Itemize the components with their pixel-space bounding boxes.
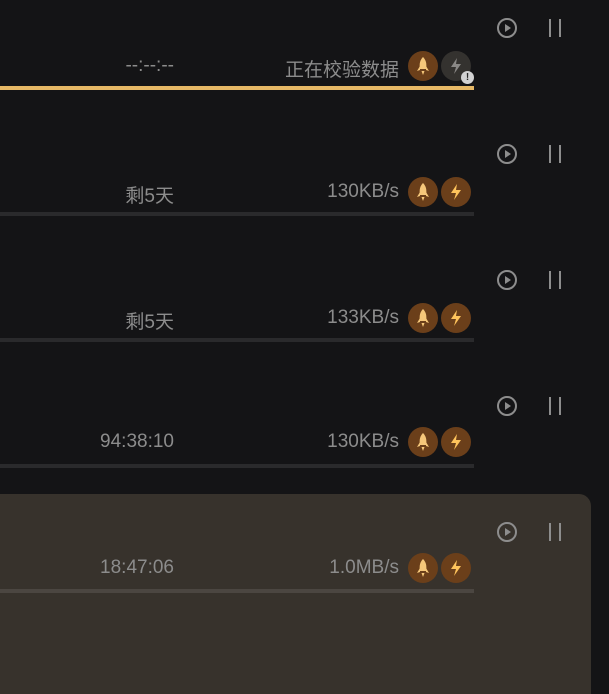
lightning-icon[interactable]: ! — [441, 51, 474, 84]
lightning-icon[interactable] — [441, 553, 471, 583]
progress-bar — [0, 212, 474, 216]
progress-bar — [0, 86, 474, 90]
lightning-icon[interactable] — [441, 427, 471, 457]
download-status: 133KB/s — [327, 307, 399, 328]
time-remaining: 剩5天 — [125, 186, 174, 207]
download-row[interactable]: 94:38:10 130KB/s — [0, 378, 609, 504]
play-circle-icon[interactable] — [497, 396, 517, 416]
exclamation-icon: ! — [461, 71, 474, 84]
download-row-selected[interactable]: 18:47:06 1.0MB/s — [0, 494, 609, 694]
progress-bar — [0, 464, 474, 468]
download-status: 130KB/s — [327, 431, 399, 452]
download-row[interactable]: 剩5天 133KB/s — [0, 252, 609, 378]
rocket-icon[interactable] — [408, 51, 438, 81]
rocket-icon[interactable] — [408, 177, 438, 207]
download-status: 130KB/s — [327, 181, 399, 202]
pause-icon[interactable] — [547, 271, 563, 289]
time-remaining: 18:47:06 — [100, 557, 174, 578]
pause-icon[interactable] — [547, 19, 563, 37]
download-status: 正在校验数据 — [284, 60, 399, 81]
pause-icon[interactable] — [547, 523, 563, 541]
download-status: 1.0MB/s — [329, 557, 399, 578]
lightning-icon[interactable] — [441, 303, 471, 333]
pause-icon[interactable] — [547, 397, 563, 415]
time-remaining: 剩5天 — [125, 312, 174, 333]
download-row[interactable]: --:--:-- 正在校验数据 ! — [0, 0, 609, 126]
pause-icon[interactable] — [547, 145, 563, 163]
play-circle-icon[interactable] — [497, 18, 517, 38]
progress-bar — [0, 589, 474, 593]
lightning-icon[interactable] — [441, 177, 471, 207]
download-row[interactable]: 剩5天 130KB/s — [0, 126, 609, 252]
rocket-icon[interactable] — [408, 303, 438, 333]
play-circle-icon[interactable] — [497, 144, 517, 164]
rocket-icon[interactable] — [408, 427, 438, 457]
time-remaining: 94:38:10 — [100, 431, 174, 452]
play-circle-icon[interactable] — [497, 270, 517, 290]
progress-bar — [0, 338, 474, 342]
play-circle-icon[interactable] — [497, 522, 517, 542]
rocket-icon[interactable] — [408, 553, 438, 583]
time-remaining: --:--:-- — [125, 55, 174, 76]
progress-fill — [0, 86, 474, 90]
